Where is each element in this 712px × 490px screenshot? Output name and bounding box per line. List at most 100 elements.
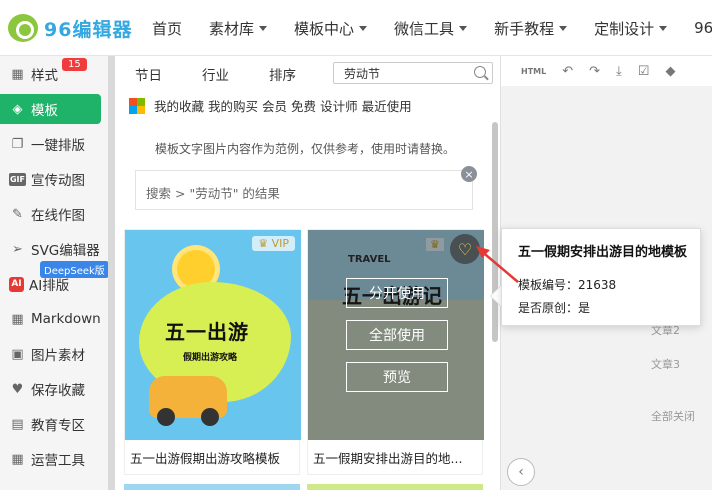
next-card-peek[interactable] bbox=[307, 484, 483, 490]
thumbnail-subtitle: 假期出游攻略 bbox=[183, 353, 238, 363]
search-icon[interactable] bbox=[474, 66, 486, 78]
sidebar-item-one-click-layout[interactable]: ❐ 一键排版 bbox=[0, 129, 108, 159]
panel-scrollbar[interactable] bbox=[492, 122, 498, 342]
breadcrumb-separator: > bbox=[175, 186, 190, 201]
sidebar-item-label: 保存收藏 bbox=[31, 383, 85, 399]
copy-icon: ❐ bbox=[11, 136, 24, 152]
search-result-breadcrumb: 搜索 > "劳动节" 的结果 bbox=[135, 170, 473, 210]
nav-templates[interactable]: 模板中心 bbox=[294, 18, 368, 39]
template-card[interactable]: 五一出游 假期出游攻略 ♛ VIP 五一出游假期出游攻略模板 bbox=[124, 229, 301, 475]
clear-search-icon[interactable]: × bbox=[461, 166, 477, 182]
sidebar-item-templates[interactable]: ◈ 模板 bbox=[0, 94, 101, 124]
top-nav: 首页 素材库 模板中心 微信工具 新手教程 定制设计 96 bbox=[152, 0, 712, 56]
nav-label: 96 bbox=[694, 19, 712, 37]
link-member[interactable]: 会员 bbox=[262, 96, 287, 115]
sidebar-item-gif[interactable]: GIF 宣传动图 bbox=[0, 164, 108, 194]
redo-icon[interactable]: ↷ bbox=[589, 64, 600, 79]
thumbnail-title: 五一出游 bbox=[165, 320, 249, 344]
logo[interactable]: 96编辑器 bbox=[8, 14, 132, 42]
link-my-purchases[interactable]: 我的购买 bbox=[208, 96, 258, 115]
close-all-button[interactable]: 全部关闭 bbox=[651, 408, 695, 424]
vip-badge: ♛ VIP bbox=[252, 236, 295, 251]
breadcrumb-search-link[interactable]: 搜索 bbox=[146, 186, 171, 201]
template-info-tooltip: 五一假期安排出游目的地模板 模板编号：21638 是否原创：是 bbox=[501, 228, 701, 326]
category-grid-icon[interactable] bbox=[129, 97, 145, 114]
link-my-favorites[interactable]: 我的收藏 bbox=[154, 96, 204, 115]
caret-down-icon bbox=[459, 25, 468, 31]
template-thumbnail[interactable]: TRAVEL 五一出游记 ♛ 分开使用 全部使用 预览 ♡ bbox=[308, 230, 484, 440]
nav-more[interactable]: 96 bbox=[694, 19, 712, 37]
book-icon: ▤ bbox=[11, 416, 24, 432]
snail-logo-icon bbox=[8, 14, 38, 42]
nav-custom-design[interactable]: 定制设计 bbox=[594, 18, 668, 39]
sidebar-item-favorites[interactable]: ♥ 保存收藏 bbox=[0, 374, 108, 404]
grid-icon: ▦ bbox=[11, 311, 24, 327]
undo-icon[interactable]: ↶ bbox=[562, 64, 573, 79]
template-panel: 节日 行业 排序 劳动节 我的收藏 我的购买 会员 免费 设计师 最近使用 模板… bbox=[115, 56, 500, 490]
logo-text: 96编辑器 bbox=[44, 18, 133, 41]
grid-icon: ▦ bbox=[11, 66, 24, 82]
usage-notice: 模板文字图片内容作为范例，仅供参考，使用时请替换。 bbox=[155, 142, 456, 156]
nav-wechat-tools[interactable]: 微信工具 bbox=[394, 18, 468, 39]
article-tab-3[interactable]: 文章3 bbox=[651, 356, 680, 372]
tooltip-template-id: 模板编号：21638 bbox=[518, 278, 617, 292]
sidebar-item-ops-tools[interactable]: ▦ 运营工具 bbox=[0, 444, 108, 474]
use-all-button[interactable]: 全部使用 bbox=[346, 320, 448, 350]
edit-icon: ✎ bbox=[12, 206, 23, 222]
tooltip-original: 是否原创：是 bbox=[518, 301, 591, 315]
nav-home[interactable]: 首页 bbox=[152, 18, 182, 39]
editor-toolbar: HTML ↶ ↷ ⤓ ☑ ◆ bbox=[501, 56, 712, 86]
checkbox-icon[interactable]: ☑ bbox=[638, 64, 650, 79]
chevron-left-icon[interactable]: ‹ bbox=[507, 458, 535, 486]
gif-icon: GIF bbox=[9, 172, 26, 186]
nav-label: 定制设计 bbox=[594, 19, 655, 38]
nav-label: 模板中心 bbox=[294, 19, 355, 38]
sidebar-item-label: 模板 bbox=[31, 103, 58, 119]
tab-industry[interactable]: 行业 bbox=[202, 64, 229, 84]
sidebar-divider[interactable] bbox=[108, 56, 115, 490]
use-separately-button[interactable]: 分开使用 bbox=[346, 278, 448, 308]
template-card[interactable]: TRAVEL 五一出游记 ♛ 分开使用 全部使用 预览 ♡ 五一假期安排出游目的… bbox=[307, 229, 484, 475]
top-bar: 96编辑器 首页 素材库 模板中心 微信工具 新手教程 定制设计 96 bbox=[0, 0, 712, 56]
next-card-peek[interactable] bbox=[124, 484, 300, 490]
crown-icon: ♛ bbox=[258, 237, 269, 250]
template-card-title[interactable]: 五一出游假期出游攻略模板 bbox=[125, 440, 299, 474]
nav-label: 微信工具 bbox=[394, 19, 455, 38]
sidebar-item-label: Markdown bbox=[31, 311, 101, 327]
sidebar-item-online-drawing[interactable]: ✎ 在线作图 bbox=[0, 199, 108, 229]
nav-tutorials[interactable]: 新手教程 bbox=[494, 18, 568, 39]
grid-icon: ▦ bbox=[11, 451, 24, 467]
preview-button[interactable]: 预览 bbox=[346, 362, 448, 392]
filter-tabs: 节日 行业 排序 bbox=[135, 64, 336, 84]
layers-icon: ◈ bbox=[12, 101, 23, 117]
tooltip-arrow bbox=[491, 286, 501, 306]
sidebar-item-markdown[interactable]: ▦ Markdown bbox=[0, 304, 108, 334]
sidebar-item-label: 在线作图 bbox=[31, 208, 85, 224]
link-free[interactable]: 免费 bbox=[291, 96, 316, 115]
sidebar-item-image-materials[interactable]: ▣ 图片素材 bbox=[0, 339, 108, 369]
import-icon[interactable]: ⤓ bbox=[616, 64, 622, 79]
sidebar-item-label: 图片素材 bbox=[31, 348, 85, 364]
breadcrumb-result-text: "劳动节" 的结果 bbox=[189, 186, 280, 201]
sidebar-item-education[interactable]: ▤ 教育专区 bbox=[0, 409, 108, 439]
search-input[interactable]: 劳动节 bbox=[333, 62, 493, 84]
sidebar-item-label: 一键排版 bbox=[31, 138, 85, 154]
nav-label: 素材库 bbox=[209, 19, 255, 38]
template-card-title[interactable]: 五一假期安排出游目的地... bbox=[308, 440, 482, 474]
red-arrow-annotation bbox=[476, 246, 519, 283]
style-count-badge: 15 bbox=[62, 58, 87, 71]
tab-sort[interactable]: 排序 bbox=[269, 64, 296, 84]
eraser-icon[interactable]: ◆ bbox=[665, 64, 675, 79]
sidebar-item-label: 教育专区 bbox=[31, 418, 85, 434]
sidebar-item-svg-editor[interactable]: ➢ SVG编辑器 bbox=[0, 234, 108, 264]
html-icon[interactable]: HTML bbox=[521, 67, 546, 76]
nav-label: 首页 bbox=[152, 19, 183, 38]
nav-materials[interactable]: 素材库 bbox=[209, 18, 268, 39]
link-recent[interactable]: 最近使用 bbox=[362, 96, 412, 115]
heart-icon: ♥ bbox=[11, 381, 24, 397]
link-designer[interactable]: 设计师 bbox=[320, 96, 358, 115]
template-thumbnail[interactable]: 五一出游 假期出游攻略 ♛ VIP bbox=[125, 230, 301, 440]
sidebar-item-label: 宣传动图 bbox=[31, 173, 85, 189]
sidebar-item-styles[interactable]: ▦ 样式 bbox=[0, 59, 108, 89]
tab-holiday[interactable]: 节日 bbox=[135, 64, 162, 84]
